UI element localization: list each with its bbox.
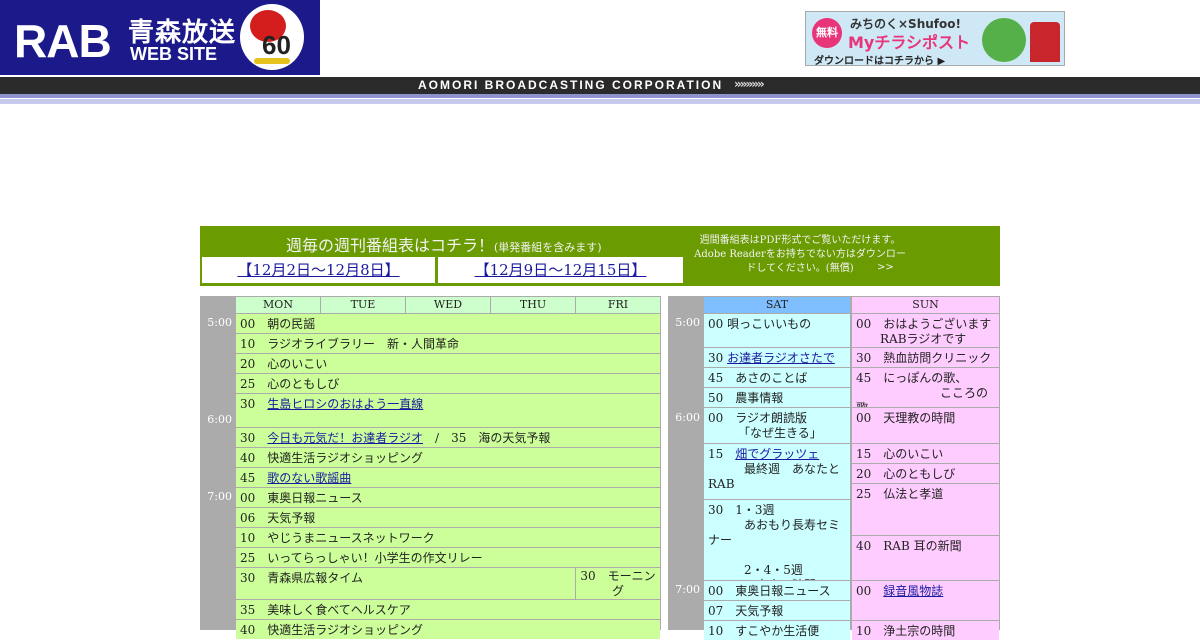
program-row: 35 美味しく食べてヘルスケア: [236, 600, 660, 619]
divider-stripe: [0, 94, 1200, 98]
program-row-sat: 50 農事情報: [704, 388, 850, 407]
time-label: 6:00: [207, 413, 232, 426]
program-row: 25 心のともしび: [236, 374, 660, 393]
program-row: 10 ラジオライブラリー 新・人間革命: [236, 334, 660, 353]
program-row-sun: 45 にっぽんの歌、 こころの歌: [852, 368, 999, 407]
time-label: 7:00: [675, 583, 700, 596]
day-header-wed: WED: [406, 297, 490, 313]
program-link-ikushima[interactable]: 生島ヒロシのおはよう一直線: [267, 397, 423, 411]
ad-line2: Myチラシポスト: [848, 33, 971, 52]
frog-mascot-icon: [982, 18, 1026, 62]
week-link-dec9-dec15[interactable]: 【12月9日～12月15日】: [475, 261, 647, 279]
program-row-sat: 30 1・3週 あおもり長寿セミナー 2・4・5週 大人の時間: [704, 500, 850, 580]
weekly-title-note: (単発番組を含みます): [494, 241, 602, 254]
program-row-sat: 10 すこやか生活便: [704, 621, 850, 640]
time-label: 6:00: [675, 411, 700, 424]
week-link-2-box: 【12月9日～12月15日】: [438, 257, 683, 283]
program-link-uta-no-nai[interactable]: 歌のない歌謡曲: [267, 471, 351, 485]
program-row-sun: 10 浄土宗の時間: [852, 621, 999, 640]
logo-web-site: WEB SITE: [130, 44, 218, 64]
program-row: 06 天気予報: [236, 508, 660, 527]
program-row-sat: 00 唄っこいいもの: [704, 314, 850, 347]
day-header-thu: THU: [491, 297, 575, 313]
program-row: 30 青森県広報タイム: [236, 568, 575, 599]
program-row: 40 快適生活ラジオショッピング: [236, 448, 660, 467]
weekday-schedule-table: MON TUE WED THU FRI 5:00 6:00 7:00 00 朝の…: [200, 296, 661, 639]
program-row-sat: 15 畑でグラッツェ 最終週 あなたと RAB: [704, 444, 850, 499]
program-row: 25 いってらっしゃい！小学生の作文リレー: [236, 548, 660, 567]
program-row-sat: 00 東奥日報ニュース: [704, 581, 850, 600]
time-label: 7:00: [207, 490, 232, 503]
program-row-sun: 30 熱血訪問クリニック: [852, 348, 999, 367]
logo-rab-text: RAB: [14, 15, 112, 67]
day-header-mon: MON: [236, 297, 320, 313]
program-row-sun: 00 録音風物誌: [852, 581, 999, 620]
week-link-1-box: 【12月2日～12月8日】: [202, 257, 435, 283]
shufoo-ad-banner[interactable]: 無料 みちのく×Shufoo! Myチラシポスト ダウンロードはコチラから ▶: [805, 11, 1065, 66]
program-row: 10 やじうまニュースネットワーク: [236, 528, 660, 547]
ad-download-cta: ダウンロードはコチラから ▶: [814, 56, 946, 66]
corp-banner-text: AOMORI BROADCASTING CORPORATION: [418, 78, 724, 92]
program-row-sat: 45 あさのことば: [704, 368, 850, 387]
day-header-sun: SUN: [852, 297, 999, 313]
day-header-fri: FRI: [576, 297, 660, 313]
day-header-sat: SAT: [704, 297, 850, 313]
program-row-sun: 00 天理教の時間: [852, 408, 999, 443]
mailbox-icon: [1030, 22, 1060, 62]
program-row: 20 心のいこい: [236, 354, 660, 373]
program-row-sat: 00 ラジオ朗読版 「なぜ生きる」: [704, 408, 850, 443]
anniversary-mascot-icon: 60: [240, 4, 304, 70]
program-link-rokuon-fubutsushi[interactable]: 録音風物誌: [883, 584, 943, 598]
program-row-sat: 30 お達者ラジオさたでー: [704, 348, 850, 367]
program-row: 30 今日も元気だ！お達者ラジオ / 35 海の天気予報: [236, 428, 660, 447]
time-label: 5:00: [207, 316, 232, 329]
program-row-sun: 25 仏法と孝道: [852, 484, 999, 535]
chevrons-icon: »»»»»: [734, 77, 765, 91]
anniversary-60: 60: [262, 30, 291, 60]
day-header-tue: TUE: [321, 297, 405, 313]
week-link-dec2-dec8[interactable]: 【12月2日～12月8日】: [237, 261, 399, 279]
program-link-otassha-saturday[interactable]: お達者ラジオさたでー: [708, 351, 835, 367]
program-row-fri: 30 モーニング Cube: [576, 568, 660, 599]
corp-banner-bar: AOMORI BROADCASTING CORPORATION »»»»»: [0, 77, 1200, 94]
program-row: 00 朝の民謡: [236, 314, 660, 333]
program-link-otassha[interactable]: 今日も元気だ！お達者ラジオ: [267, 431, 423, 445]
weekly-title: 週毎の週刊番組表はコチラ！(単発番組を含みます): [286, 236, 602, 255]
time-label: 5:00: [675, 316, 700, 329]
program-row: 00 東奥日報ニュース: [236, 488, 660, 507]
program-row-sun: 15 心のいこい: [852, 444, 999, 463]
rab-logo[interactable]: RAB 青森放送 WEB SITE 60: [0, 0, 320, 75]
ad-free-badge: 無料: [812, 18, 842, 48]
program-row: 30 生島ヒロシのおはよう一直線: [236, 394, 660, 427]
program-row-sun: 00 おはようございます RABラジオです: [852, 314, 999, 347]
weekly-schedule-box: 週毎の週刊番組表はコチラ！(単発番組を含みます) 【12月2日～12月8日】 【…: [200, 226, 1000, 286]
adobe-download-link[interactable]: >>: [877, 262, 894, 273]
program-row-sun: 20 心のともしび: [852, 464, 999, 483]
program-row-sat: 07 天気予報: [704, 601, 850, 620]
program-row: 45 歌のない歌謡曲: [236, 468, 660, 487]
weekend-schedule-table: SAT SUN 5:00 6:00 7:00 00 唄っこいいもの 30 お達者…: [668, 296, 1000, 640]
program-link-hatake[interactable]: 畑でグラッツェ: [735, 447, 819, 461]
divider-stripe-light: [0, 99, 1200, 104]
program-row-sun: 40 RAB 耳の新聞: [852, 536, 999, 580]
